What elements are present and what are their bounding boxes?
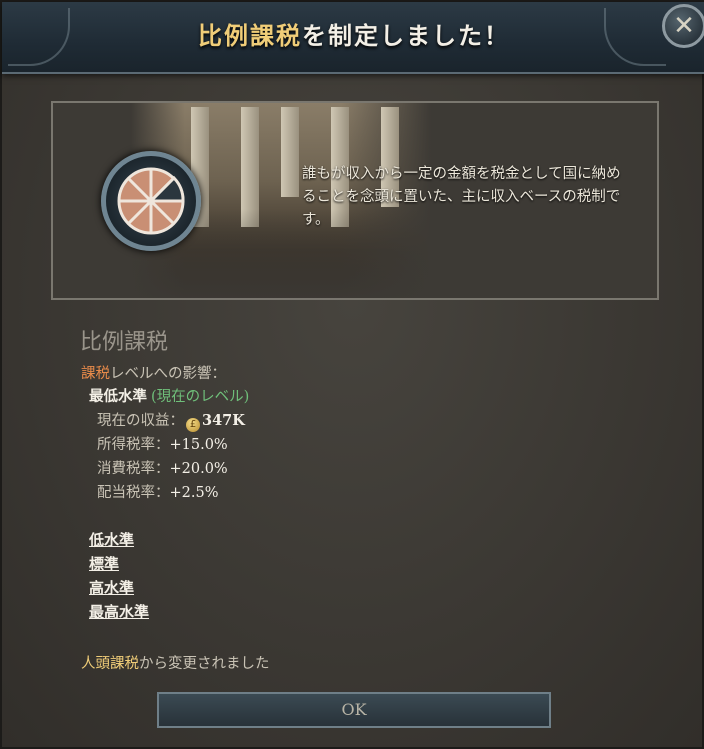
tax-name-heading: 比例課税 [80,330,169,355]
effect-label: 課税レベルへの影響： [81,362,226,383]
current-level: 最低水準 (現在のレベル) [89,385,249,406]
dividend-tax-label: 配当税率： [97,485,170,501]
revenue-row: 現在の収益： £347K [97,409,245,432]
ok-button[interactable]: OK [157,692,551,728]
consumption-tax-label: 消費税率： [97,461,170,477]
effect-label-taxation: 課税 [81,366,110,382]
close-button[interactable]: ✕ [662,4,704,48]
level-link-highest[interactable]: 最高水準 [89,601,149,622]
pound-coin-icon: £ [186,418,200,432]
revenue-value: 347K [202,412,245,429]
consumption-tax-value: +20.0% [169,461,228,477]
revenue-label: 現在の収益： [97,413,184,429]
effect-label-rest: レベルへの影響： [110,366,226,382]
tax-description: 誰もが収入から一定の金額を税金として国に納めることを念頭に置いた、主に収入ベース… [302,166,621,228]
title-suffix: を制定しました！ [302,21,510,50]
level-link-standard[interactable]: 標準 [89,553,119,574]
level-link-high[interactable]: 高水準 [89,577,134,598]
changed-from-note: 人頭課税から変更されました [81,652,270,673]
dividend-tax-row: 配当税率：+2.5% [97,481,219,502]
income-tax-label: 所得税率： [97,437,170,453]
proportional-tax-emblem-icon [101,151,201,251]
previous-tax-name[interactable]: 人頭課税 [81,656,139,672]
tax-enacted-dialog: 比例課税を制定しました！ ✕ 誰もが収入から一定の金額を税金として国に納めること… [0,0,704,749]
close-icon: ✕ [673,11,695,41]
income-tax-value: +15.0% [169,437,228,453]
income-tax-row: 所得税率：+15.0% [97,433,228,454]
current-level-note: (現在のレベル) [151,389,250,405]
changed-from-rest: から変更されました [139,656,270,672]
dialog-title: 比例課税を制定しました！ [2,16,704,51]
current-level-name: 最低水準 [89,388,147,405]
dialog-header: 比例課税を制定しました！ [2,2,704,74]
consumption-tax-row: 消費税率：+20.0% [97,457,228,478]
dividend-tax-value: +2.5% [169,485,219,501]
title-tax-name: 比例課税 [198,21,302,50]
level-link-low[interactable]: 低水準 [89,529,134,550]
illustration-panel: 誰もが収入から一定の金額を税金として国に納めることを念頭に置いた、主に収入ベース… [51,101,659,300]
